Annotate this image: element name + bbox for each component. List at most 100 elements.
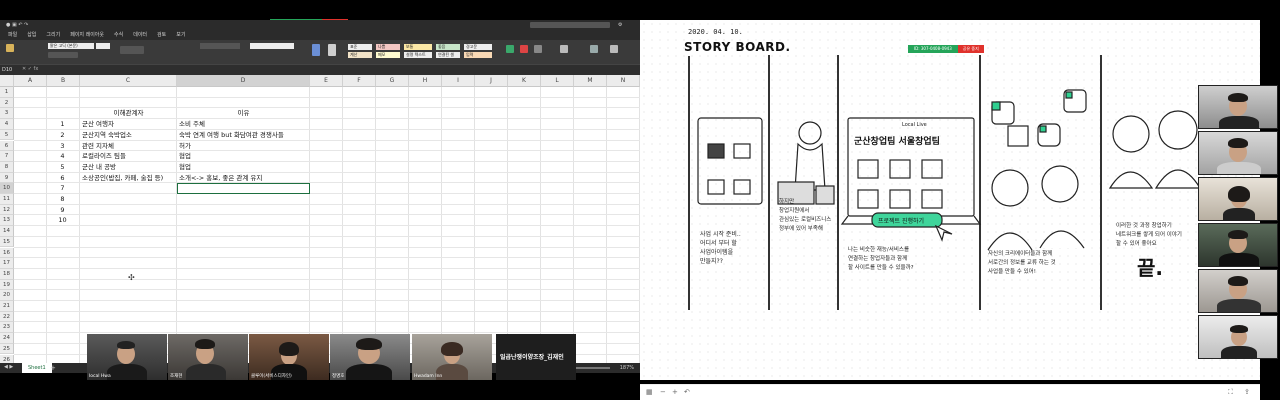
row-header[interactable]: 4 [0,119,14,130]
row-header[interactable]: 17 [0,258,14,269]
column-header[interactable]: G [376,75,409,87]
cell-reason[interactable]: 소비 주체 [179,119,205,130]
autosum-icon[interactable] [560,45,568,53]
menu-item[interactable]: 수식 [114,30,123,40]
style-bad[interactable]: 나쁨 [376,44,400,50]
row-header[interactable]: 20 [0,290,14,301]
sort-filter-icon[interactable] [590,45,598,53]
cell-stakeholder[interactable]: 군산지역 숙박업소 [82,130,132,141]
column-header[interactable]: C [80,75,177,87]
cell-reason[interactable]: 협업 [179,151,191,162]
column-header[interactable]: A [14,75,47,87]
row-header[interactable]: 13 [0,215,14,227]
header-cell-reason[interactable]: 이유 [179,108,308,119]
find-icon[interactable] [610,45,618,53]
paste-icon[interactable] [6,44,14,52]
whiteboard-canvas[interactable]: 2020. 04. 10. STORY BOARD. ID: 307-0408-… [640,20,1260,400]
video-tile[interactable]: Hwadam Inn [412,334,492,380]
name-box[interactable]: D10 [2,67,12,73]
add-sheet-button[interactable]: + [50,363,56,373]
zoom-out-icon[interactable]: − [660,388,666,396]
cell-number[interactable]: 8 [49,194,76,205]
sheet-tab[interactable]: Sheet1 [22,363,52,373]
settings-icon[interactable]: ⚙ [618,22,622,28]
cell-stakeholder[interactable]: 군산 내 공방 [82,162,116,173]
menu-item[interactable]: 삽입 [27,30,36,40]
row-header[interactable]: 14 [0,226,14,237]
cell-number[interactable]: 5 [49,162,76,173]
menu-item[interactable]: 보기 [176,30,185,40]
cell-stakeholder[interactable]: 관련 지자체 [82,141,114,152]
cell-stakeholder[interactable]: 소상공인(밥집, 카페, 술집 등) [82,173,163,184]
column-header[interactable]: D [177,75,310,87]
style-warning[interactable]: 경고문 [464,44,492,50]
sheet-nav-icon[interactable]: ◀ ▶ [4,364,13,370]
cell-number[interactable]: 1 [49,119,76,130]
cell-reason[interactable]: 허가 [179,141,191,152]
column-header[interactable]: N [607,75,640,87]
cell-reason[interactable]: 소개<-> 홍보, 좋은 관계 유지 [179,173,262,184]
row-header[interactable]: 2 [0,97,14,109]
cell-number[interactable]: 9 [49,205,76,216]
column-header[interactable]: I [442,75,475,87]
column-header[interactable]: E [310,75,343,87]
row-header[interactable]: 12 [0,204,14,216]
row-header[interactable]: 6 [0,140,14,152]
style-normal[interactable]: 표준 [348,44,372,50]
row-header[interactable]: 7 [0,151,14,162]
row-header[interactable]: 24 [0,333,14,344]
align-buttons[interactable] [120,46,144,54]
style-good[interactable]: 좋음 [436,44,460,50]
menu-item[interactable]: 검토 [157,30,166,40]
column-header[interactable]: F [343,75,376,87]
video-tile[interactable] [1198,85,1278,129]
row-header[interactable]: 18 [0,268,14,280]
column-header[interactable]: L [541,75,574,87]
style-calc[interactable]: 계산 [348,52,372,58]
style-linked[interactable]: 연결된 셀 [436,52,460,58]
font-select[interactable]: 맑은 고딕 (본문) [48,43,94,49]
spreadsheet-grid[interactable]: A B C D E F G H I J K L M N 1 2 3 4 5 6 7 8 9 10 11 12 13 14 15 16 17 1… [0,75,640,366]
grid-icon[interactable]: ▦ [646,388,653,396]
wrap-text-button[interactable] [200,43,240,49]
row-header[interactable]: 1 [0,87,14,98]
header-cell-stakeholder[interactable]: 이해관계자 [82,108,175,119]
menu-item[interactable]: 데이터 [133,30,147,40]
undo-icon[interactable]: ↶ [684,388,690,396]
style-note[interactable]: 메모 [376,52,400,58]
cell-number[interactable]: 3 [49,141,76,152]
row-header[interactable]: 25 [0,343,14,355]
cell-number[interactable]: 2 [49,130,76,141]
table-format-icon[interactable] [328,44,336,56]
video-tile[interactable]: 클루이(서비스디자인) [249,334,329,380]
row-header[interactable]: 9 [0,172,14,184]
row-header[interactable]: 11 [0,194,14,205]
row-header[interactable]: 22 [0,311,14,323]
menu-item[interactable]: 페이지 레이아웃 [70,30,104,40]
autosave-icon[interactable]: ● ▣ ↶ ↷ [6,22,28,28]
column-header[interactable]: B [47,75,80,87]
style-explain[interactable]: 설명 텍스트 [404,52,432,58]
cell-number[interactable]: 4 [49,151,76,162]
menu-item[interactable]: 그리기 [46,30,60,40]
video-tile[interactable] [1198,315,1278,359]
search-box[interactable] [530,22,610,28]
row-header[interactable]: 15 [0,236,14,248]
font-size-select[interactable] [96,43,110,49]
select-all-corner[interactable] [0,75,14,87]
row-header[interactable]: 21 [0,301,14,312]
cell-number[interactable]: 6 [49,173,76,184]
video-tile[interactable]: 조재현 [168,334,248,380]
row-header[interactable]: 8 [0,161,14,173]
menu-item[interactable]: 파일 [8,30,17,40]
conditional-format-icon[interactable] [312,44,320,56]
zoom-in-icon[interactable]: + [672,388,678,396]
row-header[interactable]: 10 [0,183,14,194]
column-header[interactable]: K [508,75,541,87]
video-tile[interactable] [1198,131,1278,175]
row-header[interactable]: 16 [0,247,14,259]
cell-reason[interactable]: 숙박 연계 여행 but 화담여관 경쟁사들 [179,130,284,141]
selected-cell[interactable] [177,183,310,194]
column-header[interactable]: J [475,75,508,87]
cell-stakeholder[interactable]: 군산 여행자 [82,119,114,130]
